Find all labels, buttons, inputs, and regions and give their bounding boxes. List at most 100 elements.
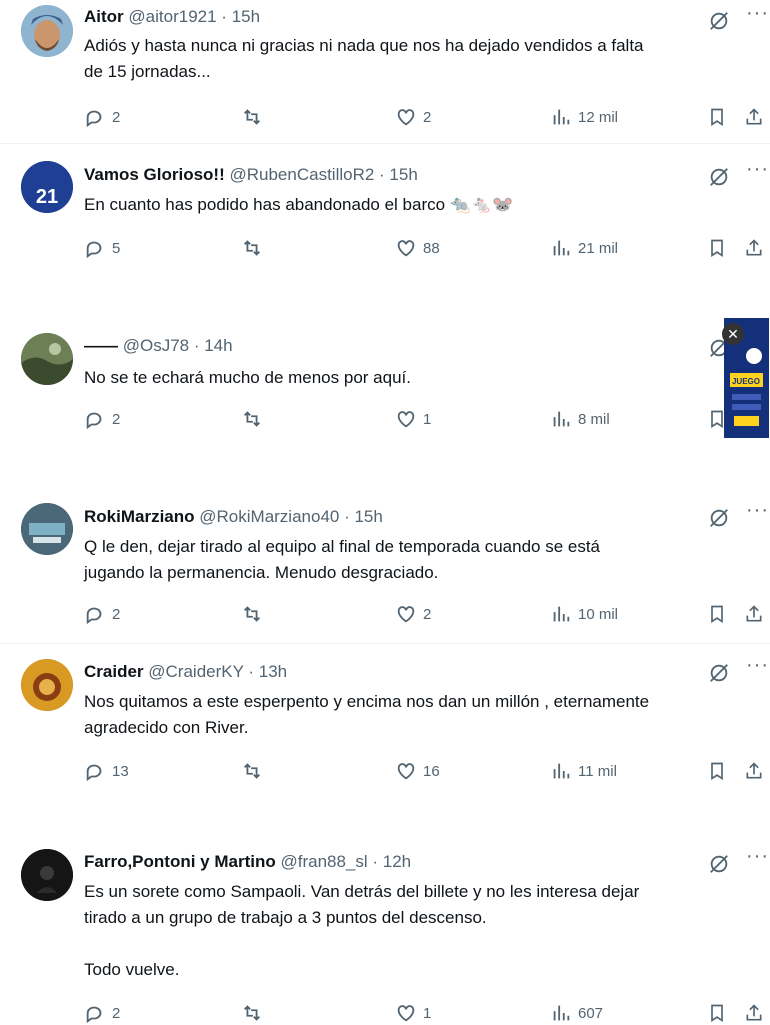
- bookmark-icon: [711, 1004, 723, 1023]
- divider: [0, 643, 770, 644]
- reply-icon: [86, 764, 102, 782]
- views-icon: [553, 109, 570, 125]
- views-icon: [553, 240, 570, 256]
- view-count: 8 mil: [578, 410, 610, 428]
- reply-button[interactable]: 5: [84, 236, 120, 260]
- views-button[interactable]: 10 mil: [550, 602, 618, 626]
- action-bar: 5 88 21 mil: [0, 236, 770, 260]
- author-name[interactable]: Craider: [84, 662, 144, 681]
- reply-count: 13: [112, 762, 129, 780]
- views-icon: [553, 606, 570, 622]
- avatar[interactable]: [21, 849, 73, 901]
- author-name[interactable]: Vamos Glorioso!!: [84, 165, 225, 184]
- retweet-button[interactable]: [240, 759, 264, 783]
- like-button[interactable]: 1: [395, 1001, 431, 1025]
- more-icon[interactable]: ···: [746, 845, 769, 868]
- views-button[interactable]: 12 mil: [550, 105, 618, 129]
- like-button[interactable]: 2: [395, 602, 431, 626]
- author-handle[interactable]: @CraiderKY · 13h: [148, 662, 287, 681]
- reply-button[interactable]: 2: [84, 1001, 120, 1025]
- action-bar: 2 2 12 mil: [0, 105, 770, 129]
- avatar[interactable]: 21: [21, 161, 73, 213]
- grok-icon[interactable]: [708, 10, 730, 32]
- author-name[interactable]: ——: [84, 336, 118, 355]
- like-button[interactable]: 88: [395, 236, 440, 260]
- views-button[interactable]: 8 mil: [550, 407, 610, 431]
- like-count: 2: [423, 108, 432, 126]
- share-button[interactable]: [744, 236, 764, 260]
- reply-button[interactable]: 2: [84, 105, 120, 129]
- author-handle[interactable]: @fran88_sl · 12h: [280, 852, 411, 871]
- retweet-button[interactable]: [240, 1001, 264, 1025]
- divider: [0, 143, 770, 144]
- views-button[interactable]: 21 mil: [550, 236, 618, 260]
- reply-icon: [86, 110, 102, 128]
- author-handle[interactable]: @RubenCastilloR2 · 15h: [229, 165, 417, 184]
- bookmark-button[interactable]: [707, 105, 727, 129]
- views-button[interactable]: 607: [550, 1001, 603, 1025]
- view-count: 12 mil: [578, 108, 619, 126]
- author-name[interactable]: Aitor: [84, 7, 124, 26]
- bookmark-button[interactable]: [707, 759, 727, 783]
- views-button[interactable]: 11 mil: [550, 759, 617, 783]
- bookmark-button[interactable]: [707, 602, 727, 626]
- avatar-number: 21: [36, 186, 58, 208]
- reply-button[interactable]: 13: [84, 759, 129, 783]
- author-handle[interactable]: @aitor1921 · 15h: [128, 7, 260, 26]
- avatar[interactable]: [21, 5, 73, 57]
- author-name[interactable]: Farro,Pontoni y Martino: [84, 852, 276, 871]
- author-name[interactable]: RokiMarziano: [84, 507, 195, 526]
- like-icon: [397, 411, 415, 428]
- like-button[interactable]: 16: [395, 759, 440, 783]
- grok-icon[interactable]: [708, 166, 730, 188]
- avatar[interactable]: [21, 659, 73, 711]
- like-button[interactable]: 2: [395, 105, 431, 129]
- ad-label: JUEGO: [732, 377, 760, 386]
- share-button[interactable]: [744, 759, 764, 783]
- action-bar: 2 1 8 mil: [0, 407, 770, 431]
- reply-count: 2: [112, 1004, 121, 1022]
- share-icon: [746, 605, 762, 622]
- retweet-button[interactable]: [240, 236, 264, 260]
- reply-count: 2: [112, 410, 121, 428]
- like-button[interactable]: 1: [395, 407, 431, 431]
- more-icon[interactable]: ···: [746, 158, 769, 181]
- tweet-text: Adiós y hasta nunca ni gracias ni nada q…: [84, 36, 644, 81]
- share-button[interactable]: [744, 105, 764, 129]
- more-icon[interactable]: ···: [746, 499, 769, 522]
- share-button[interactable]: [744, 1001, 764, 1025]
- author-handle[interactable]: @OsJ78 · 14h: [123, 336, 233, 355]
- reply-icon: [86, 412, 102, 430]
- tweet-text: Q le den, dejar tirado al equipo al fina…: [84, 537, 601, 582]
- more-icon[interactable]: ···: [746, 654, 769, 677]
- reply-button[interactable]: 2: [84, 602, 120, 626]
- avatar[interactable]: [21, 503, 73, 555]
- like-count: 2: [423, 605, 432, 623]
- grok-icon[interactable]: [708, 853, 730, 875]
- retweet-button[interactable]: [240, 407, 264, 431]
- share-button[interactable]: [744, 602, 764, 626]
- reply-count: 2: [112, 605, 121, 623]
- bookmark-button[interactable]: [707, 1001, 727, 1025]
- like-icon: [397, 240, 415, 257]
- grok-icon[interactable]: [708, 662, 730, 684]
- grok-icon[interactable]: [708, 507, 730, 529]
- retweet-button[interactable]: [240, 602, 264, 626]
- view-count: 10 mil: [578, 605, 619, 623]
- bookmark-icon: [711, 605, 723, 624]
- ad-close-button[interactable]: ✕: [722, 323, 744, 345]
- view-count: 607: [578, 1004, 604, 1022]
- action-bar: 2 2 10 mil: [0, 602, 770, 626]
- like-count: 16: [423, 762, 440, 780]
- tweet-text: Es un sorete como Sampaoli. Van detrás d…: [84, 882, 640, 979]
- reply-icon: [86, 607, 102, 625]
- retweet-button[interactable]: [240, 105, 264, 129]
- like-icon: [397, 1005, 415, 1022]
- like-count: 1: [423, 410, 432, 428]
- share-icon: [746, 762, 762, 779]
- reply-button[interactable]: 2: [84, 407, 120, 431]
- bookmark-button[interactable]: [707, 236, 727, 260]
- author-handle[interactable]: @RokiMarziano40 · 15h: [199, 507, 383, 526]
- avatar[interactable]: [21, 333, 73, 385]
- more-icon[interactable]: ···: [746, 2, 769, 25]
